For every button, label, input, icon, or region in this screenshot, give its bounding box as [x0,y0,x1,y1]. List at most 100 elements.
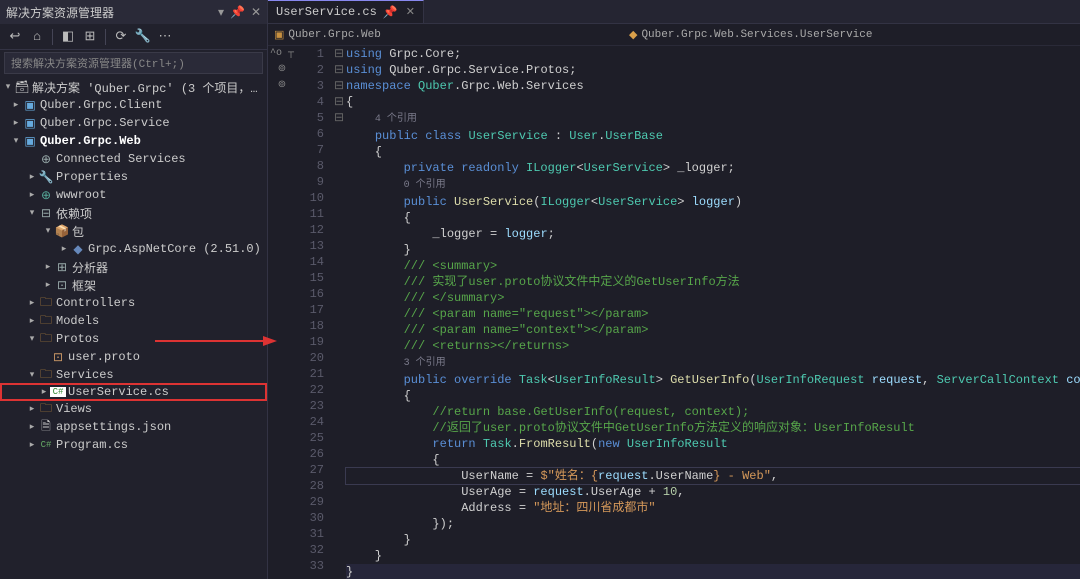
breadcrumb-project[interactable]: ▣ Quber.Grpc.Web [274,28,381,42]
separator [52,29,53,45]
folder-node[interactable]: ▸ 🗀 Controllers [0,294,267,312]
chevron-down-icon[interactable]: ▾ [26,370,38,380]
editor-tabs: UserService.cs 📌 ✕ [268,0,1080,24]
refresh-icon[interactable]: ⟳ [110,26,132,48]
node-label: Controllers [56,296,261,310]
project-label: Quber.Grpc.Client [40,98,261,112]
sidebar-title: 解决方案资源管理器 [6,4,212,21]
project-node[interactable]: ▾ ▣ Quber.Grpc.Web [0,132,267,150]
node-label: Properties [56,170,261,184]
chevron-down-icon[interactable]: ▾ [26,208,38,218]
code-editor[interactable]: ^o ┬⊚⊚ 123456789101112131415161718192021… [268,46,1080,579]
fold-margin[interactable]: ⊟⊟⊟⊟⊟ [332,46,346,579]
breadcrumb-label: Quber.Grpc.Web [288,29,380,41]
folder-icon: 🗀 [38,329,54,350]
wwwroot-node[interactable]: ▸ ⊕ wwwroot [0,186,267,204]
csharp-icon: C# [38,440,54,450]
node-label: 框架 [72,277,261,294]
code-content[interactable]: using Grpc.Core;using Quber.Grpc.Service… [346,46,1080,579]
glyph-margin: ^o ┬⊚⊚ [268,46,296,579]
chevron-right-icon[interactable]: ▸ [38,387,50,397]
tab-pin-icon[interactable]: 📌 [383,5,398,20]
node-label: Connected Services [56,152,261,166]
chevron-right-icon[interactable]: ▸ [26,172,38,182]
dependencies-node[interactable]: ▾ ⊟ 依赖项 [0,204,267,222]
tab-label: UserService.cs [276,5,377,19]
chevron-down-icon[interactable]: ▾ [26,334,38,344]
node-label: 包 [72,223,261,240]
search-placeholder: 搜索解决方案资源管理器(Ctrl+;) [11,55,185,71]
solution-node[interactable]: ▾ 🗃 解决方案 'Quber.Grpc' (3 个项目，共 3 个) [0,78,267,96]
chevron-down-icon[interactable]: ▾ [10,136,22,146]
node-label: Services [56,368,261,382]
chevron-right-icon[interactable]: ▸ [26,190,38,200]
solution-label: 解决方案 'Quber.Grpc' (3 个项目，共 3 个) [32,79,261,96]
search-input[interactable]: 搜索解决方案资源管理器(Ctrl+;) [4,52,263,74]
editor-area: UserService.cs 📌 ✕ ▣ Quber.Grpc.Web ◆ Qu… [268,0,1080,579]
node-label: appsettings.json [56,420,261,434]
pin-icon[interactable]: 📌 [230,5,245,20]
sidebar-header: 解决方案资源管理器 ▾ 📌 ✕ [0,0,267,24]
chevron-right-icon[interactable]: ▸ [26,298,38,308]
folder-node[interactable]: ▸ 🗀 Views [0,400,267,418]
packages-node[interactable]: ▾ 📦 包 [0,222,267,240]
dropdown-icon[interactable]: ▾ [218,5,224,20]
node-label: Grpc.AspNetCore (2.51.0) [88,242,261,256]
chevron-right-icon[interactable]: ▸ [26,422,38,432]
chevron-right-icon[interactable]: ▸ [26,440,38,450]
json-icon: 🗎 [38,417,54,438]
wrench-icon[interactable]: 🔧 [132,26,154,48]
chevron-down-icon[interactable]: ▾ [42,226,54,236]
node-label: user.proto [68,350,261,364]
breadcrumb-label: Quber.Grpc.Web.Services.UserService [641,29,872,41]
folder-node[interactable]: ▾ 🗀 Protos [0,330,267,348]
analyzers-node[interactable]: ▸ ⊞ 分析器 [0,258,267,276]
node-label: Program.cs [56,438,261,452]
project-icon: ▣ [274,28,284,42]
file-node[interactable]: ▸ 🗎 appsettings.json [0,418,267,436]
breadcrumbs: ▣ Quber.Grpc.Web ◆ Quber.Grpc.Web.Servic… [268,24,1080,46]
chevron-right-icon[interactable]: ▸ [26,316,38,326]
connected-icon: ⊕ [38,152,54,167]
node-label: Models [56,314,261,328]
chevron-right-icon[interactable]: ▸ [26,404,38,414]
back-icon[interactable]: ↩ [4,26,26,48]
framework-node[interactable]: ▸ ⊡ 框架 [0,276,267,294]
chevron-right-icon[interactable]: ▸ [10,100,22,110]
project-node[interactable]: ▸ ▣ Quber.Grpc.Service [0,114,267,132]
package-icon: 📦 [54,224,70,239]
more-icon[interactable]: ⋯ [154,26,176,48]
folder-node[interactable]: ▾ 🗀 Services [0,366,267,384]
deps-icon: ⊟ [38,206,54,221]
chevron-right-icon[interactable]: ▸ [58,244,70,254]
analyzer-icon: ⊞ [54,260,70,275]
project-node[interactable]: ▸ ▣ Quber.Grpc.Client [0,96,267,114]
project-label: Quber.Grpc.Service [40,116,261,130]
csproj-icon: ▣ [22,134,38,149]
breadcrumb-class[interactable]: ◆ Quber.Grpc.Web.Services.UserService [629,28,873,42]
home-icon[interactable]: ⌂ [26,26,48,48]
proto-icon: ⊡ [50,350,66,365]
framework-icon: ⊡ [54,278,70,293]
node-label: Protos [56,332,261,346]
node-label: 依赖项 [56,205,261,222]
chevron-right-icon[interactable]: ▸ [10,118,22,128]
package-item[interactable]: ▸ ◆ Grpc.AspNetCore (2.51.0) [0,240,267,258]
node-label: 分析器 [72,259,261,276]
chevron-down-icon[interactable]: ▾ [2,82,14,92]
folder-node[interactable]: ▸ 🗀 Models [0,312,267,330]
solution-icon: 🗃 [14,80,30,95]
tab-close-icon[interactable]: ✕ [406,5,415,19]
scope-icon[interactable]: ◧ [57,26,79,48]
file-node[interactable]: ⊡ user.proto [0,348,267,366]
file-node[interactable]: ▸ C# Program.cs [0,436,267,454]
tab-userservice[interactable]: UserService.cs 📌 ✕ [268,0,424,23]
close-icon[interactable]: ✕ [251,5,261,20]
properties-node[interactable]: ▸ 🔧 Properties [0,168,267,186]
tree-icon[interactable]: ⊞ [79,26,101,48]
chevron-right-icon[interactable]: ▸ [42,262,54,272]
project-label: Quber.Grpc.Web [40,134,261,148]
connected-services-node[interactable]: ⊕ Connected Services [0,150,267,168]
nuget-icon: ◆ [70,242,86,257]
chevron-right-icon[interactable]: ▸ [42,280,54,290]
